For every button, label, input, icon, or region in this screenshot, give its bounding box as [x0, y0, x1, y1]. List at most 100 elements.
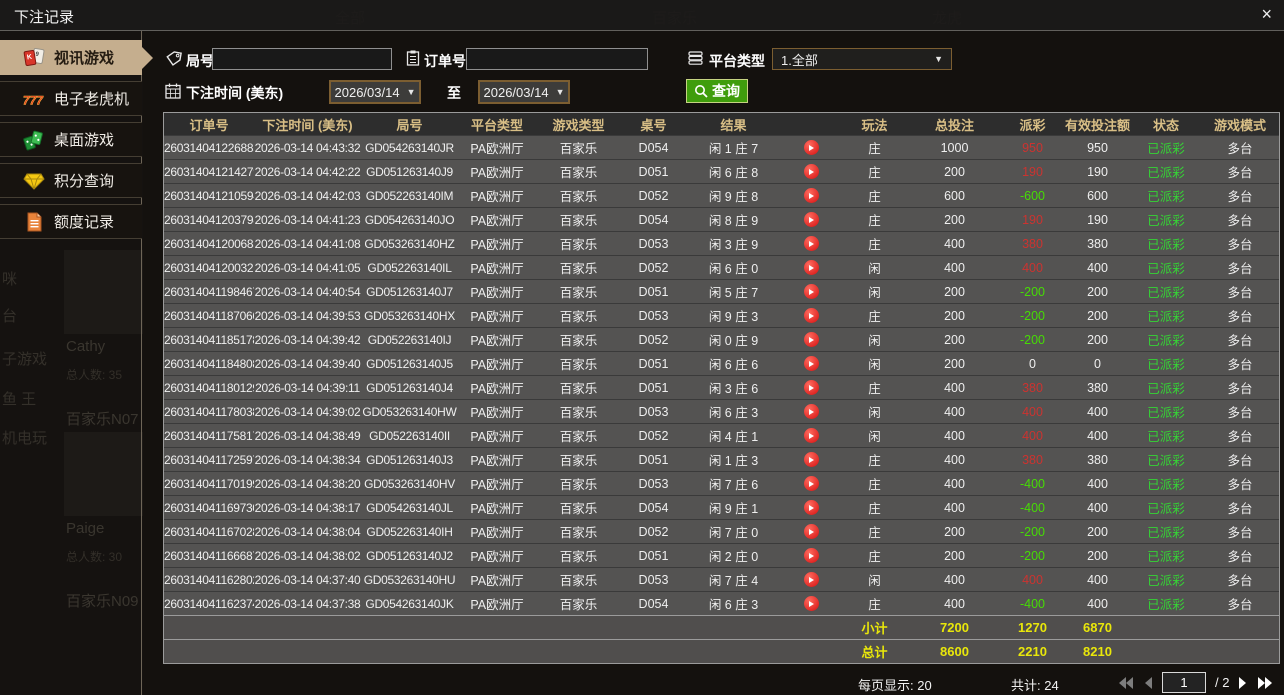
cell-result: 闲 6 庄 0	[708, 262, 759, 276]
cell-game-mode: 多台	[1227, 430, 1253, 444]
cell-valid-bet: 400	[1087, 596, 1108, 611]
replay-play-icon[interactable]	[803, 476, 819, 492]
table-row: 260314041169730 2026-03-14 04:38:17 GD0542…	[164, 495, 1279, 519]
replay-play-icon[interactable]	[803, 308, 819, 324]
cell-platform: PA欧洲厅	[470, 502, 524, 516]
replay-play-icon[interactable]	[803, 452, 819, 468]
replay-play-icon[interactable]	[803, 404, 819, 420]
sidebar-item-table-games[interactable]: 桌面游戏	[0, 122, 142, 157]
round-no-input[interactable]	[212, 48, 392, 70]
table-row: 260314041178038 2026-03-14 04:39:02 GD0532…	[164, 399, 1279, 423]
replay-play-icon[interactable]	[803, 548, 819, 564]
replay-play-icon[interactable]	[803, 572, 819, 588]
cell-bet-time: 2026-03-14 04:39:53	[254, 308, 361, 323]
cell-game-type: 百家乐	[559, 382, 598, 396]
replay-play-icon[interactable]	[803, 524, 819, 540]
cell-round-no: GD053263140HU	[363, 572, 456, 587]
cell-bet-time: 2026-03-14 04:38:04	[254, 524, 361, 539]
sidebar-item-video-games[interactable]: 9 K 视讯游戏	[0, 40, 153, 75]
cell-round-no: GD053263140HV	[364, 476, 455, 491]
replay-play-icon[interactable]	[803, 380, 819, 396]
replay-play-icon[interactable]	[803, 212, 819, 228]
cell-status: 已派彩	[1147, 142, 1185, 156]
cell-order-no: 260314041184808	[164, 356, 254, 371]
chevron-down-icon: ▼	[555, 87, 565, 97]
cell-bet-time: 2026-03-14 04:38:34	[254, 452, 361, 467]
cell-order-no: 260314041187066	[164, 308, 254, 323]
cell-platform: PA欧洲厅	[470, 262, 524, 276]
cell-order-no: 260314041185178	[164, 332, 254, 347]
cell-play-way: 庄	[868, 478, 881, 492]
replay-play-icon[interactable]	[803, 188, 819, 204]
page-title: 下注记录	[14, 9, 75, 26]
query-button[interactable]: 查询	[686, 79, 748, 103]
replay-play-icon[interactable]	[803, 236, 819, 252]
replay-play-icon[interactable]	[803, 140, 819, 156]
cell-game-type: 百家乐	[559, 286, 598, 300]
query-button-label: 查询	[712, 83, 740, 99]
cell-platform: PA欧洲厅	[470, 454, 524, 468]
next-page-button[interactable]	[1238, 676, 1248, 690]
cell-result: 闲 2 庄 0	[708, 550, 759, 564]
table-row: 260314041185178 2026-03-14 04:39:42 GD0522…	[164, 327, 1279, 351]
cell-platform: PA欧洲厅	[470, 214, 524, 228]
date-to-picker[interactable]: 2026/03/14 ▼	[478, 80, 570, 104]
table-header-row: 订单号 下注时间 (美东) 局号 平台类型 游戏类型 桌号 结果 玩法 总投注 派彩 有效投注额 状态…	[164, 113, 1279, 135]
table-row: 260314041200321 2026-03-14 04:41:05 GD0522…	[164, 255, 1279, 279]
cell-status: 已派彩	[1147, 550, 1185, 564]
cell-total-bet: 200	[944, 284, 965, 299]
cell-payout: 380	[1022, 452, 1043, 467]
cell-platform: PA欧洲厅	[470, 358, 524, 372]
total-count-text: 共计: 24	[1011, 678, 1059, 693]
sidebar-item-slots[interactable]: 777 电子老虎机	[0, 81, 142, 116]
cell-total-bet: 200	[944, 524, 965, 539]
cell-result: 闲 5 庄 7	[708, 286, 759, 300]
page-number-input[interactable]	[1162, 672, 1206, 693]
cell-total-bet: 200	[944, 548, 965, 563]
cell-total-bet: 200	[944, 164, 965, 179]
table-row: 260314041170199 2026-03-14 04:38:20 GD0532…	[164, 471, 1279, 495]
cell-replay	[781, 452, 841, 468]
sidebar-item-credit-records[interactable]: 额度记录	[0, 204, 142, 239]
cell-total-bet: 400	[944, 380, 965, 395]
cell-result: 闲 6 庄 8	[708, 166, 759, 180]
subtotal-row: 小计 7200 1270 6870	[164, 615, 1279, 639]
cell-game-mode: 多台	[1227, 286, 1253, 300]
bet-time-label: 下注时间 (美东)	[186, 85, 284, 101]
replay-play-icon[interactable]	[803, 260, 819, 276]
cell-play-way: 庄	[868, 190, 881, 204]
cell-valid-bet: 400	[1087, 404, 1108, 419]
cell-game-type: 百家乐	[559, 214, 598, 228]
cell-game-type: 百家乐	[559, 598, 598, 612]
cell-game-mode: 多台	[1227, 358, 1253, 372]
cell-result: 闲 7 庄 0	[708, 526, 759, 540]
cell-play-way: 庄	[868, 166, 881, 180]
replay-play-icon[interactable]	[803, 428, 819, 444]
cell-play-way: 闲	[868, 262, 881, 276]
replay-play-icon[interactable]	[803, 332, 819, 348]
cell-bet-time: 2026-03-14 04:41:23	[254, 212, 361, 227]
cell-bet-time: 2026-03-14 04:39:11	[255, 380, 360, 395]
replay-play-icon[interactable]	[803, 500, 819, 516]
replay-play-icon[interactable]	[803, 596, 819, 612]
replay-play-icon[interactable]	[803, 164, 819, 180]
replay-play-icon[interactable]	[803, 284, 819, 300]
last-page-button[interactable]	[1257, 676, 1273, 690]
col-header-table-no: 桌号	[640, 117, 667, 133]
cell-status: 已派彩	[1147, 238, 1185, 252]
first-page-button[interactable]	[1118, 676, 1134, 690]
cell-total-bet: 200	[944, 332, 965, 347]
cell-replay	[781, 188, 841, 204]
replay-play-icon[interactable]	[803, 356, 819, 372]
date-from-picker[interactable]: 2026/03/14 ▼	[329, 80, 421, 104]
prev-page-button[interactable]	[1143, 676, 1153, 690]
platform-type-select[interactable]: 1.全部 ▼	[772, 48, 952, 70]
cell-platform: PA欧洲厅	[470, 478, 524, 492]
cell-status: 已派彩	[1147, 214, 1185, 228]
order-no-input[interactable]	[466, 48, 648, 70]
sidebar-item-points-query[interactable]: 积分查询	[0, 163, 142, 198]
date-from-value: 2026/03/14	[334, 84, 400, 100]
cell-table-no: D053	[638, 236, 669, 251]
close-icon[interactable]: ×	[1261, 4, 1272, 24]
cell-play-way: 庄	[868, 526, 881, 540]
